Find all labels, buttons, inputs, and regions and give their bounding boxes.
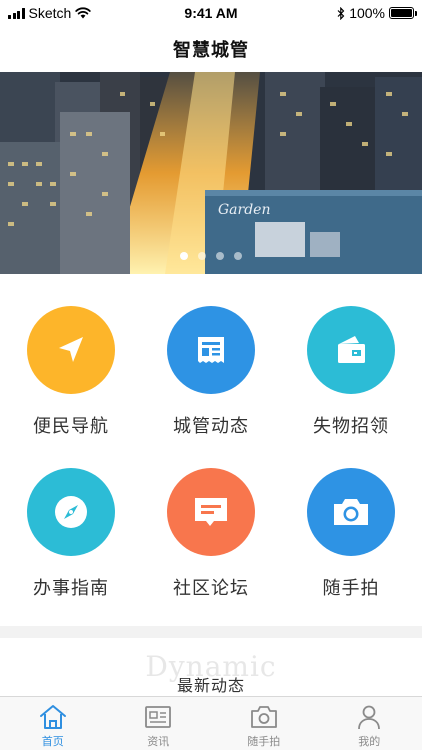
- snapshot-circle: [307, 468, 395, 556]
- grid-label-forum: 社区论坛: [173, 578, 249, 599]
- tab-label-profile: 我的: [358, 735, 381, 748]
- carousel-dots[interactable]: [0, 252, 422, 260]
- camera-icon: [249, 703, 279, 731]
- svg-text:Garden: Garden: [218, 202, 271, 218]
- banner-image: Garden: [0, 72, 422, 274]
- message-icon: [195, 498, 227, 526]
- navigation-bar: 智慧城管: [0, 26, 422, 72]
- lost-found-circle: [307, 306, 395, 394]
- tab-bar: 首页 资讯 随手拍 我的: [0, 696, 422, 750]
- grid-item-navigation[interactable]: 便民导航: [1, 306, 141, 438]
- grid-label-lost-found: 失物招领: [313, 416, 389, 437]
- tab-label-snapshot: 随手拍: [247, 735, 281, 748]
- page-title: 智慧城管: [173, 40, 249, 61]
- grid-label-navigation: 便民导航: [33, 416, 109, 437]
- grid-item-forum[interactable]: 社区论坛: [141, 468, 281, 600]
- news-icon: [143, 703, 173, 731]
- grid-label-city-news: 城管动态: [173, 416, 249, 437]
- city-news-circle: [167, 306, 255, 394]
- bluetooth-icon: [337, 6, 345, 20]
- latest-news-section: Dynamic 最新动态: [0, 638, 422, 696]
- camera-icon: [334, 499, 368, 525]
- home-icon: [38, 703, 68, 731]
- newspaper-icon: [198, 337, 224, 363]
- battery-icon: [389, 7, 417, 19]
- forum-circle: [167, 468, 255, 556]
- status-bar: Sketch 9:41 AM 100%: [0, 0, 422, 26]
- tab-label-news: 资讯: [147, 735, 170, 748]
- compass-icon: [55, 496, 87, 528]
- grid-item-lost-found[interactable]: 失物招领: [281, 306, 421, 438]
- tab-news[interactable]: 资讯: [106, 697, 212, 750]
- grid-item-city-news[interactable]: 城管动态: [141, 306, 281, 438]
- grid-item-snapshot[interactable]: 随手拍: [281, 468, 421, 600]
- grid-label-snapshot: 随手拍: [322, 578, 380, 599]
- carousel-dot[interactable]: [216, 252, 224, 260]
- carousel-dot[interactable]: [234, 252, 242, 260]
- wallet-icon: [338, 336, 365, 363]
- guide-circle: [27, 468, 115, 556]
- navigation-circle: [27, 306, 115, 394]
- battery-percent: 100%: [349, 5, 385, 21]
- tab-profile[interactable]: 我的: [317, 697, 422, 750]
- grid-item-guide[interactable]: 办事指南: [1, 468, 141, 600]
- banner-carousel[interactable]: Garden: [0, 72, 422, 274]
- navigation-arrow-icon: [59, 337, 83, 362]
- carousel-dot[interactable]: [180, 252, 188, 260]
- news-section-title: 最新动态: [176, 676, 245, 695]
- user-icon: [354, 703, 384, 731]
- tab-snapshot[interactable]: 随手拍: [211, 697, 317, 750]
- section-divider: [0, 626, 422, 638]
- carousel-dot[interactable]: [198, 252, 206, 260]
- tab-label-home: 首页: [41, 735, 64, 748]
- grid-label-guide: 办事指南: [33, 578, 109, 599]
- feature-grid: 便民导航 城管动态 失物招领 办事指南 社区论坛 随手拍: [0, 274, 422, 626]
- tab-home[interactable]: 首页: [0, 697, 106, 750]
- status-right: 100%: [337, 5, 417, 21]
